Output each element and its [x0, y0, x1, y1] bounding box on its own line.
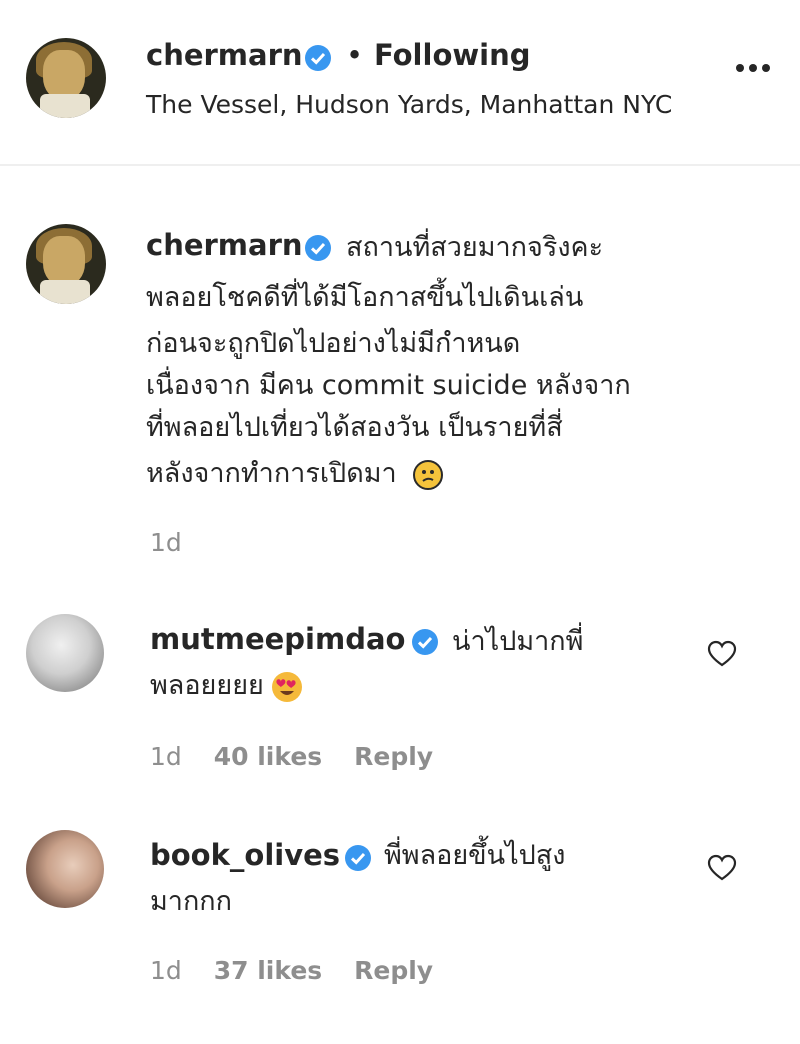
caption-line-2: พลอยโชคดีที่ได้มีโอกาสขึ้นไปเดินเล่น — [146, 282, 584, 313]
verified-badge-icon — [305, 235, 331, 261]
like-heart-icon[interactable] — [707, 640, 737, 668]
comment-likes[interactable]: 37 likes — [214, 956, 322, 985]
header-avatar[interactable] — [26, 38, 106, 118]
following-button[interactable]: Following — [374, 38, 531, 72]
more-options-icon[interactable] — [736, 64, 770, 74]
caption-line-1: สถานที่สวยมากจริงคะ — [346, 232, 604, 263]
like-heart-icon[interactable] — [707, 854, 737, 882]
caption-line-6: หลังจากทำการเปิดมา — [146, 452, 444, 496]
caption-avatar[interactable] — [26, 224, 106, 304]
header-username[interactable]: chermarn — [146, 38, 303, 72]
caption-line-5: ที่พลอยไปเที่ยวได้สองวัน เป็นรายที่สี่ — [146, 412, 563, 443]
comment-line-1: พี่พลอยขึ้นไปสูง — [384, 840, 566, 871]
confused-face-emoji-icon — [413, 459, 444, 490]
comment-line-2: พลอยยยย — [150, 664, 303, 708]
comment-likes[interactable]: 40 likes — [214, 742, 322, 771]
header-divider — [0, 164, 800, 166]
header-separator: • — [346, 38, 364, 72]
comment-meta: 1d 40 likes Reply — [150, 742, 433, 771]
comment-username[interactable]: book_olives — [150, 838, 340, 872]
comment-meta: 1d 37 likes Reply — [150, 956, 433, 985]
verified-badge-icon — [305, 45, 331, 71]
comment-username[interactable]: mutmeepimdao — [150, 622, 405, 656]
caption-line-4: เนื่องจาก มีคน commit suicide หลังจาก — [146, 370, 631, 401]
reply-button[interactable]: Reply — [354, 742, 433, 771]
comment-timestamp[interactable]: 1d — [150, 742, 182, 771]
comment-timestamp[interactable]: 1d — [150, 956, 182, 985]
caption-username[interactable]: chermarn — [146, 228, 303, 262]
caption-timestamp[interactable]: 1d — [150, 528, 182, 557]
comment-avatar[interactable] — [26, 614, 104, 692]
caption-line-6-text: หลังจากทำการเปิดมา — [146, 458, 397, 489]
comment-avatar[interactable] — [26, 830, 104, 908]
location-link[interactable]: The Vessel, Hudson Yards, Manhattan NYC — [146, 90, 672, 119]
verified-badge-icon — [345, 845, 371, 871]
comment-line-1: น่าไปมากพี่ — [452, 626, 584, 657]
comment-line-2-text: พลอยยยย — [150, 670, 264, 701]
verified-badge-icon — [412, 629, 438, 655]
heart-eyes-emoji-icon — [272, 671, 303, 702]
comment-line-2: มากกก — [150, 886, 233, 917]
caption-line-3: ก่อนจะถูกปิดไปอย่างไม่มีกำหนด — [146, 328, 521, 359]
reply-button[interactable]: Reply — [354, 956, 433, 985]
